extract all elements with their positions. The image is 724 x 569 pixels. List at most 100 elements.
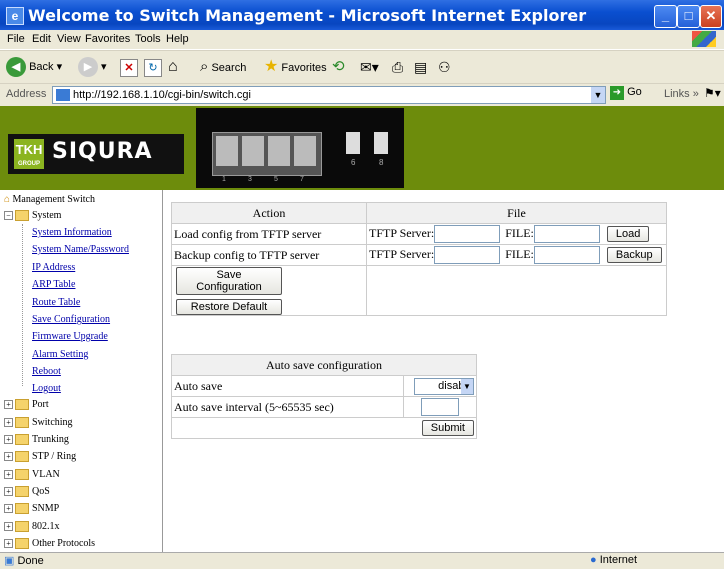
favorites-label: Favorites <box>281 62 327 74</box>
port-3 <box>242 136 264 166</box>
restore-default-button[interactable]: Restore Default <box>176 299 282 315</box>
expand-icon[interactable]: + <box>4 522 13 532</box>
link-ip-address[interactable]: IP Address <box>32 262 75 273</box>
tree-folder-8021x[interactable]: +802.1x <box>4 521 60 533</box>
tree-folder-snmp[interactable]: + SNMP <box>4 503 60 515</box>
messenger-icon[interactable]: ⚇ <box>438 56 451 78</box>
auto-save-label: Auto save <box>171 375 404 397</box>
back-button[interactable]: ◀ Back ▾ <box>6 56 62 78</box>
expand-icon[interactable]: + <box>4 418 13 428</box>
minimize-button[interactable]: _ <box>654 5 677 28</box>
tree-folder-label: SNMP <box>32 503 60 514</box>
address-input[interactable]: http://192.168.1.10/cgi-bin/switch.cgi ▼ <box>52 86 606 104</box>
menu-help[interactable]: Help <box>166 33 189 45</box>
port-label-6: 6 <box>351 158 356 167</box>
port-1 <box>216 136 238 166</box>
search-icon: ⌕ <box>200 58 209 75</box>
tree-folder-label: Port <box>32 399 49 410</box>
tree-folder-label: VLAN <box>32 469 60 480</box>
home-icon[interactable]: ⌂ <box>168 56 178 78</box>
backup-button[interactable]: Backup <box>606 246 662 263</box>
link-arp-table[interactable]: ARP Table <box>32 279 75 290</box>
sidebar-tree: ⌂ Management Switch − System System Infor… <box>0 190 163 552</box>
link-system-name-password[interactable]: System Name/Password <box>32 244 129 255</box>
load-config-cell: TFTP Server: FILE: Load <box>366 223 667 245</box>
expand-icon[interactable]: + <box>4 400 13 410</box>
expand-icon[interactable]: + <box>4 435 13 445</box>
collapse-icon[interactable]: − <box>4 211 13 221</box>
edit-icon[interactable]: ▤ <box>414 56 427 78</box>
interval-input[interactable] <box>421 398 459 416</box>
file-label: FILE: <box>505 225 534 240</box>
search-button[interactable]: ⌕ Search <box>200 56 246 78</box>
config-table: Action File Load config from TFTP server… <box>171 202 667 316</box>
go-button[interactable]: ➜ Go <box>610 86 642 100</box>
stop-icon[interactable]: ✕ <box>120 59 138 77</box>
tree-folder-port[interactable]: + Port <box>4 399 49 411</box>
tree-folder-qos[interactable]: + QoS <box>4 486 50 498</box>
backup-file-input[interactable] <box>533 246 600 264</box>
toolbar: ◀ Back ▾ ▶ ▾ ✕ ↻ ⌂ ⌕ Search ★ Favorites … <box>0 50 724 84</box>
windows-logo-icon <box>692 31 716 47</box>
backup-tftp-server-input[interactable] <box>434 246 501 264</box>
tree-folder-vlan[interactable]: + VLAN <box>4 469 60 481</box>
print-icon[interactable]: ⎙ <box>392 56 403 78</box>
load-tftp-server-input[interactable] <box>434 225 501 243</box>
expand-icon[interactable]: + <box>4 470 13 480</box>
menu-favorites[interactable]: Favorites <box>85 33 130 45</box>
link-system-information[interactable]: System Information <box>32 227 112 238</box>
toolbar-extra-icon[interactable]: ⚑▾ <box>704 86 721 100</box>
interval-cell <box>403 396 477 418</box>
tree-root-label: Management Switch <box>12 194 95 205</box>
auto-save-select[interactable]: disable ▼ <box>414 377 474 395</box>
siqura-logo: TKH GROUP SIQURA <box>8 134 184 174</box>
address-dropdown-icon[interactable]: ▼ <box>591 87 605 103</box>
title-bar[interactable]: e Welcome to Switch Management - Microso… <box>0 0 724 30</box>
header-file: File <box>366 202 667 224</box>
banner: TKH GROUP SIQURA 1 3 5 7 6 8 <box>0 106 724 190</box>
mail-icon[interactable]: ✉▾ <box>360 56 379 78</box>
link-logout[interactable]: Logout <box>32 383 61 394</box>
maximize-button[interactable]: □ <box>677 5 700 28</box>
tree-folder-switching[interactable]: + Switching <box>4 417 73 429</box>
close-button[interactable]: ✕ <box>700 5 722 28</box>
folder-open-icon <box>15 210 29 222</box>
expand-icon[interactable]: + <box>4 452 13 462</box>
load-file-input[interactable] <box>533 225 600 243</box>
folder-icon <box>15 521 29 533</box>
tree-folder-other-protocols[interactable]: + Other Protocols <box>4 538 95 550</box>
expand-icon[interactable]: + <box>4 487 13 497</box>
tree-folder-stp-ring[interactable]: + STP / Ring <box>4 451 76 463</box>
submit-button[interactable]: Submit <box>421 420 474 436</box>
forward-button[interactable]: ▶ ▾ <box>78 56 107 78</box>
status-text: Done <box>17 555 44 567</box>
link-firmware-upgrade[interactable]: Firmware Upgrade <box>32 331 108 342</box>
link-route-table[interactable]: Route Table <box>32 297 80 308</box>
links-button[interactable]: Links » <box>664 88 699 100</box>
home-tree-icon: ⌂ <box>4 194 11 205</box>
link-reboot[interactable]: Reboot <box>32 366 61 377</box>
folder-icon <box>15 451 29 463</box>
expand-icon[interactable]: + <box>4 504 13 514</box>
refresh-icon[interactable]: ↻ <box>144 59 162 77</box>
header-action: Action <box>171 202 367 224</box>
menu-file[interactable]: File <box>7 33 25 45</box>
history-icon[interactable]: ⟲ <box>332 56 345 78</box>
load-button[interactable]: Load <box>606 225 650 242</box>
port-label-5: 5 <box>274 176 278 183</box>
tree-folder-system[interactable]: − System <box>4 210 61 222</box>
menu-edit[interactable]: Edit <box>32 33 51 45</box>
expand-icon[interactable]: + <box>4 539 13 549</box>
tree-folder-trunking[interactable]: + Trunking <box>4 434 69 446</box>
link-save-configuration[interactable]: Save Configuration <box>32 314 110 325</box>
tkh-text: TKH <box>15 142 43 157</box>
menu-tools[interactable]: Tools <box>135 33 161 45</box>
chevron-down-icon: ▼ <box>461 378 473 394</box>
save-configuration-button[interactable]: Save Configuration <box>176 267 282 295</box>
link-alarm-setting[interactable]: Alarm Setting <box>32 349 88 360</box>
favorites-button[interactable]: ★ Favorites <box>264 56 327 78</box>
switch-device-image: 1 3 5 7 6 8 <box>196 108 404 188</box>
tree-root[interactable]: ⌂ Management Switch <box>4 194 95 205</box>
page-done-icon: ▣ <box>4 555 15 567</box>
menu-view[interactable]: View <box>57 33 81 45</box>
